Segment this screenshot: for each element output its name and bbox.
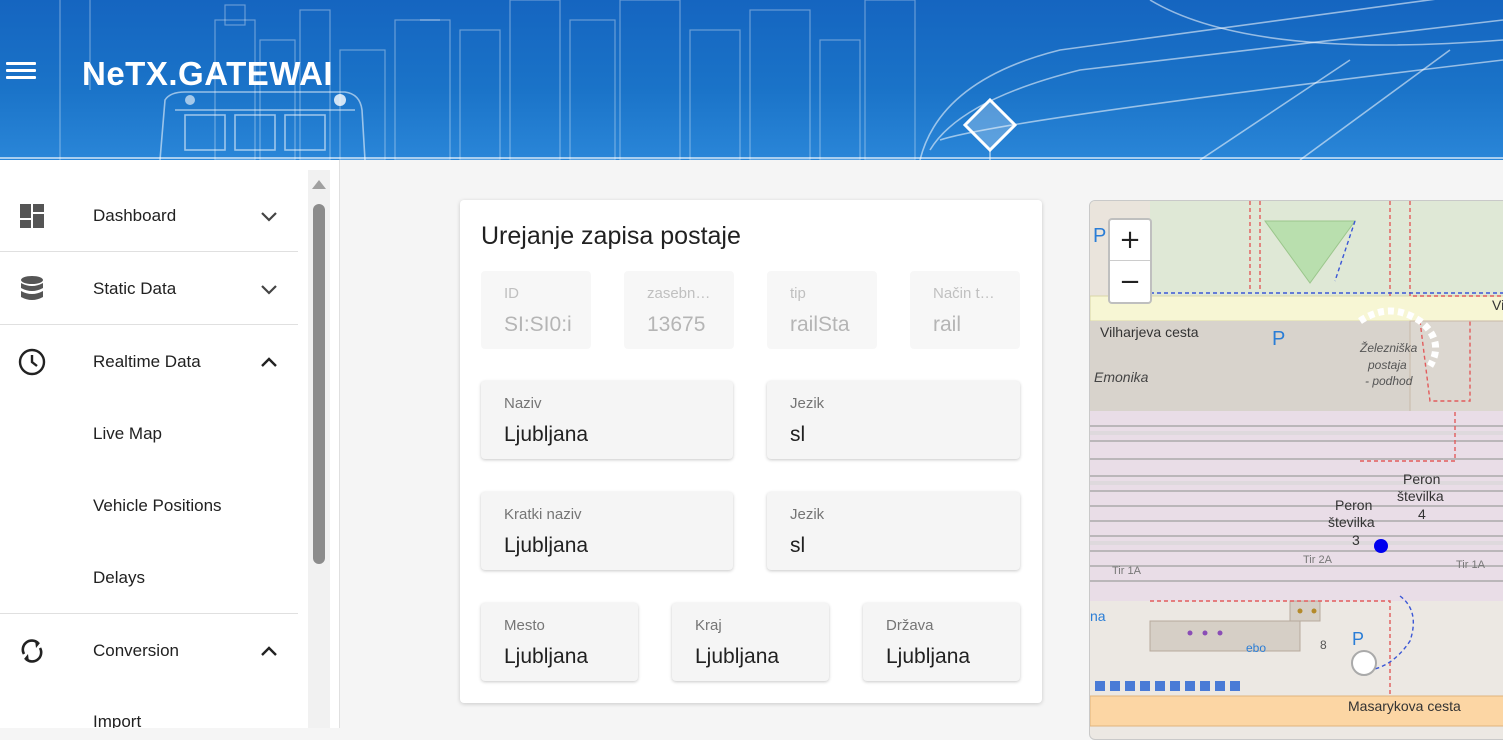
sidebar-item-live-map[interactable]: Live Map	[0, 398, 298, 470]
database-icon	[17, 274, 47, 304]
id-field: ID SI:SI0:i	[481, 271, 591, 349]
place-label: - podhod	[1365, 374, 1413, 388]
sidebar-item-label: Live Map	[93, 424, 162, 443]
sidebar-item-label: Conversion	[93, 641, 179, 660]
city-field[interactable]: Mesto Ljubljana	[481, 603, 638, 681]
field-label: ID	[504, 285, 519, 302]
region-field[interactable]: Kraj Ljubljana	[672, 603, 829, 681]
platform-label: Peron	[1335, 497, 1373, 513]
street-label: Vilharjeva cesta	[1100, 324, 1199, 340]
place-label: Emonika	[1094, 369, 1149, 385]
street-label: Vil	[1492, 297, 1503, 313]
short-name-field[interactable]: Kratki naziv Ljubljana	[481, 492, 733, 570]
sidebar-item-label: Import	[93, 712, 142, 728]
place-label: ebo	[1246, 641, 1267, 655]
place-label: 8	[1320, 638, 1327, 652]
field-value: sl	[790, 534, 806, 557]
place-label: postaja	[1368, 358, 1407, 372]
field-value: 13675	[647, 313, 706, 336]
platform-label: 4	[1418, 506, 1426, 522]
station-edit-card: Urejanje zapisa postaje ID SI:SI0:i zase…	[460, 200, 1042, 703]
scroll-up-arrow-icon[interactable]	[312, 180, 326, 189]
field-label: zasebn…	[647, 285, 711, 302]
chevron-down-icon	[261, 284, 277, 295]
sidebar-item-label: Realtime Data	[93, 352, 201, 371]
parking-label: P	[1272, 328, 1286, 350]
place-label: Železniška	[1360, 341, 1418, 355]
app-header: NeTX.GATEWAI	[0, 0, 1503, 160]
platform-label: 3	[1352, 532, 1360, 548]
private-id-field: zasebn… 13675	[624, 271, 734, 349]
country-field[interactable]: Država Ljubljana	[863, 603, 1020, 681]
platform-label: številka	[1397, 488, 1444, 504]
chevron-up-icon	[261, 646, 277, 656]
sync-icon	[17, 636, 47, 666]
place-label: na	[1090, 608, 1106, 624]
transport-mode-field: Način t… rail	[910, 271, 1020, 349]
field-value: Ljubljana	[504, 534, 589, 557]
track-label: Tir 1A	[1112, 565, 1141, 577]
field-value: Ljubljana	[504, 423, 589, 446]
sidebar-item-realtime-data[interactable]: Realtime Data	[0, 326, 298, 398]
short-name-language-field[interactable]: Jezik sl	[767, 492, 1020, 570]
field-label: Kraj	[695, 617, 722, 634]
field-label: Način t…	[933, 285, 995, 302]
chevron-up-icon	[261, 357, 277, 367]
app-title: NeTX.GATEWAI	[82, 55, 334, 92]
sidebar-item-label: Static Data	[93, 278, 177, 298]
field-value: rail	[933, 313, 962, 336]
sidebar-scrollbar-thumb[interactable]	[313, 204, 325, 564]
card-title: Urejanje zapisa postaje	[481, 222, 741, 250]
sidebar-item-label: Vehicle Positions	[93, 496, 222, 515]
sidebar-item-static-data[interactable]: Static Data	[0, 253, 298, 325]
field-value: SI:SI0:i	[504, 313, 572, 336]
map-zoom-control: + −	[1108, 218, 1152, 304]
type-field: tip railSta	[767, 271, 877, 349]
platform-label: številka	[1328, 514, 1375, 530]
field-value: sl	[790, 423, 806, 446]
menu-icon[interactable]	[4, 58, 38, 86]
sidebar-item-delays[interactable]: Delays	[0, 542, 298, 614]
track-label: Tir 2A	[1303, 554, 1332, 566]
field-label: Kratki naziv	[504, 506, 582, 523]
station-marker[interactable]	[1374, 539, 1388, 553]
field-label: Mesto	[504, 617, 545, 634]
zoom-out-button[interactable]: −	[1110, 261, 1150, 302]
station-map[interactable]: + − P P P Vilharjeva cesta Vil Emonika Ž…	[1089, 200, 1503, 740]
dashboard-icon	[17, 201, 47, 231]
name-field[interactable]: Naziv Ljubljana	[481, 381, 733, 459]
zoom-in-button[interactable]: +	[1110, 220, 1150, 261]
sidebar-item-import[interactable]: Import	[0, 686, 298, 728]
field-label: Naziv	[504, 395, 542, 412]
sidebar-item-vehicle-positions[interactable]: Vehicle Positions	[0, 470, 298, 542]
track-label: Tir 1A	[1456, 559, 1485, 571]
parking-label: P	[1093, 225, 1107, 247]
platform-label: Peron	[1403, 471, 1441, 487]
field-value: Ljubljana	[886, 645, 971, 668]
field-label: Jezik	[790, 506, 825, 523]
field-value: Ljubljana	[695, 645, 780, 668]
sidebar-item-conversion[interactable]: Conversion	[0, 615, 298, 687]
field-label: Država	[886, 617, 934, 634]
street-label: Masarykova cesta	[1348, 698, 1461, 714]
sidebar-item-dashboard[interactable]: Dashboard	[0, 180, 298, 252]
field-label: Jezik	[790, 395, 825, 412]
name-language-field[interactable]: Jezik sl	[767, 381, 1020, 459]
field-label: tip	[790, 285, 806, 302]
chevron-down-icon	[261, 211, 277, 222]
sidebar-item-label: Dashboard	[93, 205, 177, 225]
parking-label: P	[1352, 629, 1365, 649]
sidebar: Dashboard Static Data Realtime Data Live…	[0, 160, 340, 728]
clock-icon	[17, 347, 47, 377]
field-value: Ljubljana	[504, 645, 589, 668]
field-value: railSta	[790, 313, 850, 336]
sidebar-item-label: Delays	[93, 567, 145, 587]
